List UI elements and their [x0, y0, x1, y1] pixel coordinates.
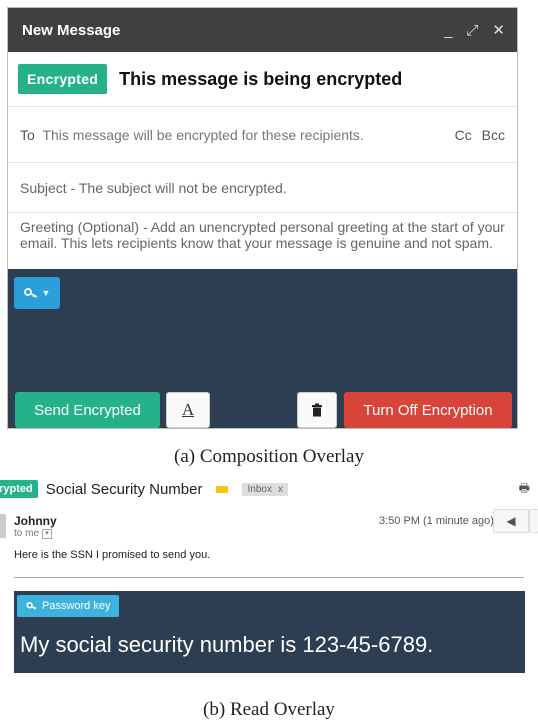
email-timestamp: 3:50 PM (1 minute ago): [379, 515, 494, 527]
cc-bcc-links: Cc Bcc: [449, 127, 505, 143]
inbox-label[interactable]: Inbox x: [242, 482, 288, 496]
caption-b: (b) Read Overlay: [203, 699, 335, 720]
to-label: To: [20, 126, 35, 143]
send-encrypted-button[interactable]: Send Encrypted: [15, 392, 160, 428]
details-dropdown-icon[interactable]: ▾: [42, 528, 53, 539]
password-key-button[interactable]: Password key: [17, 595, 120, 617]
password-key-label: Password key: [42, 600, 111, 612]
subject-placeholder: Subject - The subject will not be encryp…: [20, 179, 287, 196]
divider: [14, 577, 524, 578]
encryption-banner: Encrypted This message is being encrypte…: [8, 52, 517, 107]
key-dropdown-button[interactable]: ▼: [14, 277, 60, 309]
turn-off-encryption-button[interactable]: Turn Off Encryption: [344, 392, 512, 428]
recipient-line: to me ▾: [14, 528, 53, 539]
greeting-field[interactable]: Greeting (Optional) - Add an unencrypted…: [8, 213, 517, 277]
avatar: [0, 514, 6, 538]
expand-icon[interactable]: ⤢: [466, 23, 478, 38]
encrypted-badge-small: crypted: [0, 480, 38, 498]
trash-icon: [312, 403, 322, 417]
encryption-heading: This message is being encrypted: [119, 68, 403, 89]
decrypted-message: My social security number is 123-45-6789…: [20, 632, 434, 657]
compose-window: New Message _ ⤢ ✕ Encrypted This message…: [7, 7, 518, 429]
email-subject: Social Security Number: [45, 480, 203, 498]
compose-titlebar: New Message _ ⤢ ✕: [8, 8, 517, 52]
formatting-button[interactable]: A: [166, 392, 210, 428]
reply-button[interactable]: ◀: [493, 509, 529, 533]
key-icon: [26, 602, 37, 610]
discard-button[interactable]: [297, 392, 337, 428]
read-view: crypted Social Security Number Inboxx 🖶 …: [0, 474, 538, 674]
reply-icon: ◀: [506, 514, 516, 528]
to-field[interactable]: To This message will be encrypted for th…: [8, 107, 517, 163]
to-me-label: to me: [14, 528, 40, 539]
encrypted-badge: Encrypted: [18, 64, 108, 94]
label-tag-icon[interactable]: [216, 485, 229, 493]
cc-link[interactable]: Cc: [455, 127, 472, 143]
inbox-label-text: Inbox: [247, 483, 272, 495]
read-header: crypted Social Security Number Inboxx: [0, 478, 288, 500]
window-controls: _ ⤢ ✕: [444, 23, 505, 38]
subject-field[interactable]: Subject - The subject will not be encryp…: [8, 163, 517, 213]
compose-title: New Message: [22, 21, 121, 39]
text-format-icon: A: [181, 400, 195, 419]
decrypted-overlay: Password key My social security number i…: [14, 591, 525, 673]
chevron-down-icon: ▼: [41, 288, 51, 298]
star-icon[interactable]: ☆: [478, 512, 491, 529]
encrypted-body-panel[interactable]: ▼ Send Encrypted A Turn Off Encryption: [8, 269, 517, 428]
email-body: Here is the SSN I promised to send you.: [14, 549, 211, 561]
more-actions-button[interactable]: [529, 509, 538, 533]
minimize-icon[interactable]: _: [444, 23, 452, 38]
key-icon: [23, 288, 37, 298]
sender-name[interactable]: Johnny: [14, 514, 57, 528]
remove-label-icon[interactable]: x: [278, 484, 283, 495]
print-icon[interactable]: 🖶: [519, 479, 530, 500]
close-icon[interactable]: ✕: [492, 23, 505, 38]
greeting-placeholder: Greeting (Optional) - Add an unencrypted…: [20, 219, 505, 251]
to-placeholder: This message will be encrypted for these…: [42, 126, 364, 143]
caption-a: (a) Composition Overlay: [174, 446, 364, 467]
bcc-link[interactable]: Bcc: [482, 127, 505, 143]
